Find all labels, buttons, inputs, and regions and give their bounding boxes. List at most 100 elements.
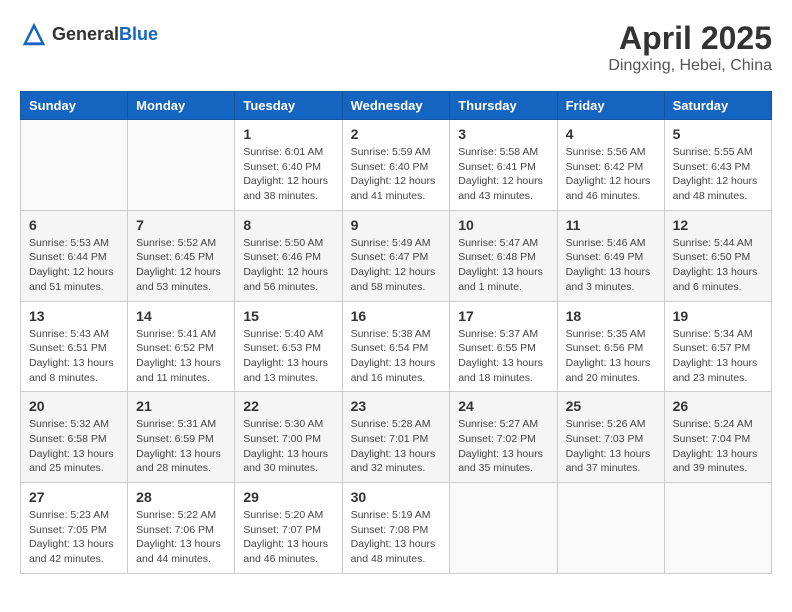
weekday-header-saturday: Saturday [664,92,771,120]
day-info: Sunrise: 5:47 AM Sunset: 6:48 PM Dayligh… [458,236,548,295]
calendar-cell: 14Sunrise: 5:41 AM Sunset: 6:52 PM Dayli… [128,301,235,392]
calendar-cell: 9Sunrise: 5:49 AM Sunset: 6:47 PM Daylig… [342,210,450,301]
day-number: 16 [351,308,442,324]
weekday-header-friday: Friday [557,92,664,120]
day-info: Sunrise: 5:20 AM Sunset: 7:07 PM Dayligh… [243,508,333,567]
day-info: Sunrise: 5:56 AM Sunset: 6:42 PM Dayligh… [566,145,656,204]
day-info: Sunrise: 5:30 AM Sunset: 7:00 PM Dayligh… [243,417,333,476]
day-number: 26 [673,398,763,414]
day-info: Sunrise: 5:31 AM Sunset: 6:59 PM Dayligh… [136,417,226,476]
calendar-cell: 13 Sunrise: 5:43 AM Sunset: 6:51 PM Dayli… [21,301,128,392]
location-title: Dingxing, Hebei, China [608,57,772,75]
calendar-cell: 23 Sunrise: 5:28 AM Sunset: 7:01 PM Dayli… [342,392,450,483]
day-number: 4 [566,126,656,142]
day-info: Sunrise: 5:34 AM Sunset: 6:57 PM Dayligh… [673,327,763,386]
title-block: April 2025 Dingxing, Hebei, China [608,20,772,75]
day-number: 15 [243,308,333,324]
calendar-cell: 16 Sunrise: 5:38 AM Sunset: 6:54 PM Dayli… [342,301,450,392]
calendar-cell: 10 Sunrise: 5:47 AM Sunset: 6:48 PM Dayli… [450,210,557,301]
calendar-cell: 17 Sunrise: 5:37 AM Sunset: 6:55 PM Dayli… [450,301,557,392]
calendar-week-3: 13 Sunrise: 5:43 AM Sunset: 6:51 PM Dayli… [21,301,772,392]
day-number: 9 [351,217,442,233]
day-info: Sunrise: 5:52 AM Sunset: 6:45 PM Dayligh… [136,236,226,295]
calendar-cell: 3Sunrise: 5:58 AM Sunset: 6:41 PM Daylig… [450,120,557,211]
day-info: Sunrise: 5:53 AM Sunset: 6:44 PM Dayligh… [29,236,119,295]
calendar-cell [557,483,664,574]
day-info: Sunrise: 5:23 AM Sunset: 7:05 PM Dayligh… [29,508,119,567]
calendar-week-5: 27 Sunrise: 5:23 AM Sunset: 7:05 PM Dayli… [21,483,772,574]
calendar-cell: 6Sunrise: 5:53 AM Sunset: 6:44 PM Daylig… [21,210,128,301]
calendar-cell: 24 Sunrise: 5:27 AM Sunset: 7:02 PM Dayli… [450,392,557,483]
day-number: 25 [566,398,656,414]
calendar-week-4: 20 Sunrise: 5:32 AM Sunset: 6:58 PM Dayli… [21,392,772,483]
day-number: 18 [566,308,656,324]
calendar-week-1: 1 Sunrise: 6:01 AM Sunset: 6:40 PM Daylig… [21,120,772,211]
day-number: 17 [458,308,548,324]
day-info: Sunrise: 5:37 AM Sunset: 6:55 PM Dayligh… [458,327,548,386]
day-number: 13 [29,308,119,324]
day-info: Sunrise: 5:50 AM Sunset: 6:46 PM Dayligh… [243,236,333,295]
weekday-header-wednesday: Wednesday [342,92,450,120]
day-info: Sunrise: 5:38 AM Sunset: 6:54 PM Dayligh… [351,327,442,386]
day-info: Sunrise: 5:43 AM Sunset: 6:51 PM Dayligh… [29,327,119,386]
calendar-cell: 28Sunrise: 5:22 AM Sunset: 7:06 PM Dayli… [128,483,235,574]
day-info: Sunrise: 5:35 AM Sunset: 6:56 PM Dayligh… [566,327,656,386]
day-info: Sunrise: 5:22 AM Sunset: 7:06 PM Dayligh… [136,508,226,567]
day-info: Sunrise: 5:55 AM Sunset: 6:43 PM Dayligh… [673,145,763,204]
day-info: Sunrise: 5:58 AM Sunset: 6:41 PM Dayligh… [458,145,548,204]
logo-general: General [52,24,119,44]
calendar-cell [21,120,128,211]
calendar-cell: 18 Sunrise: 5:35 AM Sunset: 6:56 PM Dayli… [557,301,664,392]
day-info: Sunrise: 5:46 AM Sunset: 6:49 PM Dayligh… [566,236,656,295]
day-info: Sunrise: 5:28 AM Sunset: 7:01 PM Dayligh… [351,417,442,476]
day-number: 1 [243,126,333,142]
calendar-cell: 19Sunrise: 5:34 AM Sunset: 6:57 PM Dayli… [664,301,771,392]
day-number: 27 [29,489,119,505]
day-number: 8 [243,217,333,233]
calendar-cell: 7 Sunrise: 5:52 AM Sunset: 6:45 PM Daylig… [128,210,235,301]
calendar-cell: 4 Sunrise: 5:56 AM Sunset: 6:42 PM Daylig… [557,120,664,211]
logo-icon [20,20,48,48]
page-header: GeneralBlue April 2025 Dingxing, Hebei, … [20,20,772,75]
calendar-cell: 5 Sunrise: 5:55 AM Sunset: 6:43 PM Daylig… [664,120,771,211]
calendar-cell: 29 Sunrise: 5:20 AM Sunset: 7:07 PM Dayli… [235,483,342,574]
calendar-cell: 30Sunrise: 5:19 AM Sunset: 7:08 PM Dayli… [342,483,450,574]
logo: GeneralBlue [20,20,158,48]
calendar-cell: 22 Sunrise: 5:30 AM Sunset: 7:00 PM Dayli… [235,392,342,483]
day-info: Sunrise: 5:24 AM Sunset: 7:04 PM Dayligh… [673,417,763,476]
day-info: Sunrise: 5:26 AM Sunset: 7:03 PM Dayligh… [566,417,656,476]
calendar-cell: 1 Sunrise: 6:01 AM Sunset: 6:40 PM Daylig… [235,120,342,211]
calendar-cell: 8 Sunrise: 5:50 AM Sunset: 6:46 PM Daylig… [235,210,342,301]
calendar-cell [128,120,235,211]
calendar-cell: 27 Sunrise: 5:23 AM Sunset: 7:05 PM Dayli… [21,483,128,574]
calendar-week-2: 6Sunrise: 5:53 AM Sunset: 6:44 PM Daylig… [21,210,772,301]
weekday-header-sunday: Sunday [21,92,128,120]
day-info: Sunrise: 5:41 AM Sunset: 6:52 PM Dayligh… [136,327,226,386]
day-number: 29 [243,489,333,505]
day-number: 5 [673,126,763,142]
calendar-cell: 21Sunrise: 5:31 AM Sunset: 6:59 PM Dayli… [128,392,235,483]
day-info: Sunrise: 6:01 AM Sunset: 6:40 PM Dayligh… [243,145,333,204]
month-title: April 2025 [608,20,772,57]
day-number: 2 [351,126,442,142]
day-info: Sunrise: 5:44 AM Sunset: 6:50 PM Dayligh… [673,236,763,295]
day-info: Sunrise: 5:32 AM Sunset: 6:58 PM Dayligh… [29,417,119,476]
calendar-cell: 12Sunrise: 5:44 AM Sunset: 6:50 PM Dayli… [664,210,771,301]
weekday-header-thursday: Thursday [450,92,557,120]
calendar-cell: 26 Sunrise: 5:24 AM Sunset: 7:04 PM Dayli… [664,392,771,483]
calendar-cell: 25 Sunrise: 5:26 AM Sunset: 7:03 PM Dayli… [557,392,664,483]
weekday-header-row: SundayMondayTuesdayWednesdayThursdayFrid… [21,92,772,120]
calendar-cell: 2Sunrise: 5:59 AM Sunset: 6:40 PM Daylig… [342,120,450,211]
day-number: 24 [458,398,548,414]
day-number: 22 [243,398,333,414]
day-number: 7 [136,217,226,233]
day-number: 11 [566,217,656,233]
weekday-header-tuesday: Tuesday [235,92,342,120]
calendar-table: SundayMondayTuesdayWednesdayThursdayFrid… [20,91,772,574]
day-info: Sunrise: 5:27 AM Sunset: 7:02 PM Dayligh… [458,417,548,476]
calendar-cell: 20 Sunrise: 5:32 AM Sunset: 6:58 PM Dayli… [21,392,128,483]
day-number: 10 [458,217,548,233]
calendar-cell [450,483,557,574]
day-number: 20 [29,398,119,414]
day-number: 23 [351,398,442,414]
